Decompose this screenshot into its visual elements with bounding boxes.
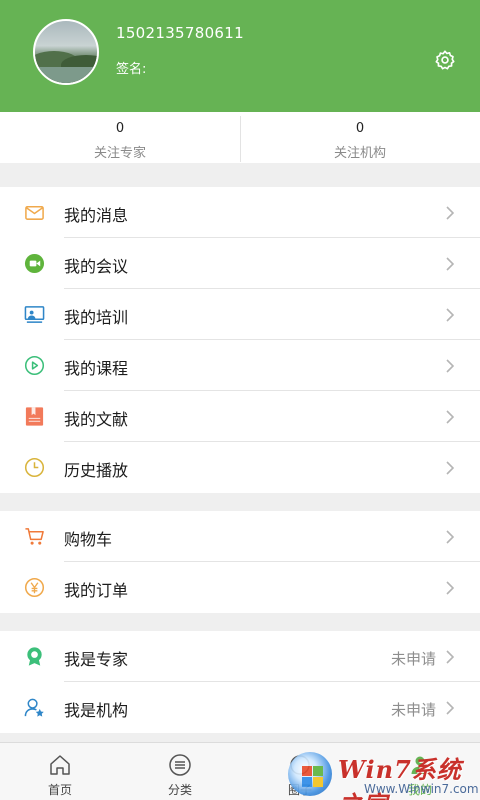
menu-item-label: 我的培训 (64, 308, 129, 327)
followed-institutions-stat[interactable]: 0 关注机构 (240, 112, 480, 163)
tab-label: 分类 (167, 783, 192, 797)
training-board-icon (24, 306, 45, 323)
chevron-right-icon (446, 461, 454, 475)
signature-label: 签名: (116, 62, 147, 77)
avatar[interactable] (33, 19, 99, 85)
category-list-icon (169, 754, 191, 776)
chevron-right-icon (446, 359, 454, 373)
menu-item-label: 购物车 (64, 530, 113, 549)
home-icon (50, 755, 70, 775)
watermark-url: Www.Winwin7.com (364, 782, 479, 796)
menu-item-label: 我的文献 (64, 410, 129, 429)
menu-group-shopping: 购物车 我的订单 (0, 511, 480, 613)
watermark: Win7系统之家 Www.Winwin7.com (284, 748, 480, 800)
video-camera-icon (24, 253, 45, 274)
menu-item-label: 我是机构 (64, 701, 129, 720)
mail-icon (25, 206, 44, 220)
menu-item-training[interactable]: 我的培训 (0, 289, 480, 340)
chevron-right-icon (446, 206, 454, 220)
profile-page: 1502135780611 签名: 0 关注专家 0 关注机构 我的消息 我的会… (0, 0, 480, 800)
play-circle-icon (24, 355, 45, 376)
chevron-right-icon (446, 410, 454, 424)
menu-item-orders[interactable]: 我的订单 (0, 562, 480, 613)
followed-institutions-count: 0 (355, 121, 365, 136)
menu-item-literature[interactable]: 我的文献 (0, 391, 480, 442)
expert-badge-icon (27, 647, 42, 666)
application-status: 未申请 (390, 650, 436, 668)
user-phone: 1502135780611 (116, 24, 244, 42)
menu-item-label: 我的订单 (64, 581, 129, 600)
menu-group-roles: 我是专家 未申请 我是机构 未申请 (0, 631, 480, 733)
chevron-right-icon (446, 650, 454, 664)
menu-item-label: 我的会议 (64, 257, 129, 276)
profile-header: 1502135780611 签名: (0, 0, 480, 112)
tab-home[interactable]: 首页 (0, 743, 120, 800)
gear-icon[interactable] (434, 49, 456, 71)
follow-stats: 0 关注专家 0 关注机构 (0, 112, 480, 163)
followed-experts-stat[interactable]: 0 关注专家 (0, 112, 240, 163)
clock-icon (24, 457, 45, 478)
windows-logo-icon (288, 752, 332, 796)
tab-category[interactable]: 分类 (120, 743, 240, 800)
chevron-right-icon (446, 257, 454, 271)
followed-experts-count: 0 (115, 121, 125, 136)
chevron-right-icon (446, 530, 454, 544)
literature-book-icon (25, 407, 44, 426)
chevron-right-icon (446, 581, 454, 595)
cart-icon (25, 528, 44, 545)
followed-experts-label: 关注专家 (93, 146, 146, 161)
followed-institutions-label: 关注机构 (333, 146, 386, 161)
menu-item-label: 我的消息 (64, 206, 129, 225)
chevron-right-icon (446, 308, 454, 322)
yen-coin-icon (24, 577, 45, 598)
menu-item-history[interactable]: 历史播放 (0, 442, 480, 493)
tab-label: 首页 (47, 783, 72, 797)
menu-item-label: 我是专家 (64, 650, 129, 669)
institution-user-star-icon (24, 698, 44, 717)
menu-item-courses[interactable]: 我的课程 (0, 340, 480, 391)
menu-group-personal: 我的消息 我的会议 我的培训 我的课程 我的文献 历史播放 (0, 187, 480, 493)
menu-item-meetings[interactable]: 我的会议 (0, 238, 480, 289)
menu-item-label: 我的课程 (64, 359, 129, 378)
menu-item-expert[interactable]: 我是专家 未申请 (0, 631, 480, 682)
menu-item-label: 历史播放 (64, 461, 129, 480)
application-status: 未申请 (390, 701, 436, 719)
menu-item-cart[interactable]: 购物车 (0, 511, 480, 562)
menu-item-institution[interactable]: 我是机构 未申请 (0, 682, 480, 733)
menu-item-messages[interactable]: 我的消息 (0, 187, 480, 238)
chevron-right-icon (446, 701, 454, 715)
